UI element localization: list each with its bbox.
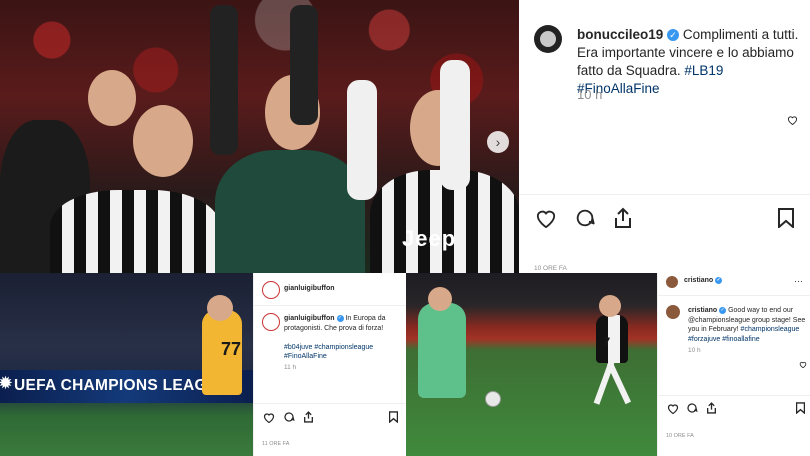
jersey-number: 7 [604,336,611,348]
comment-icon [576,209,595,227]
ronaldo-post-photo[interactable]: 7 [406,273,657,456]
carousel-next-button[interactable]: › [487,131,509,153]
jersey-number: 77 [221,339,242,359]
bookmark-icon [795,402,805,414]
post-time: 11 h [284,364,297,371]
caption-username[interactable]: gianluigibuffon [284,315,335,322]
football [485,391,501,407]
avatar[interactable] [666,276,678,288]
like-button[interactable] [262,410,276,424]
avatar-face [540,31,556,47]
raised-arm [290,5,318,125]
starball-icon: ✹ [0,373,14,393]
post-header-username[interactable]: gianluigibuffon [284,285,335,292]
share-icon [706,402,716,414]
comment-button[interactable] [573,206,597,230]
raised-arm [210,5,238,155]
post-caption: bonuccileo19 ✓ Complimenti a tutti. Era … [577,26,799,98]
comment-icon [284,412,295,422]
buffon-post-sidebar: gianluigibuffon gianluigibuffon ✓ In Eur… [253,273,407,456]
heart-icon [787,116,797,125]
avatar[interactable] [534,25,562,53]
ronaldo-shirt [596,315,628,363]
player-leg [606,361,632,405]
post-header-username[interactable]: cristiano ✓ [684,277,723,284]
player-bonucci-shirt [215,150,365,273]
player-head [88,70,136,126]
ronaldo-post-sidebar: cristiano ✓ ··· cristiano ✓ Good way to … [657,273,810,456]
raised-arm [440,60,470,190]
heart-icon [799,361,807,368]
comment-icon [687,403,698,413]
save-button[interactable] [775,206,797,230]
share-button[interactable] [301,410,315,424]
save-button[interactable] [387,410,399,424]
bookmark-icon [778,208,794,228]
buffon-post-photo[interactable]: ✹ UEFA CHAMPIONS LEAGUE 77 [0,273,253,456]
comment-button[interactable] [685,401,699,415]
post-time: 10 h [577,87,603,102]
verified-badge-icon: ✓ [336,315,344,322]
divider [254,403,407,404]
verified-badge-icon: ✓ [715,277,723,284]
player-head [133,105,193,177]
more-options-icon[interactable]: ··· [794,276,806,288]
player-head [207,295,233,321]
like-button[interactable] [666,401,680,415]
raised-arm [347,80,377,200]
post-time: 10 h [688,347,701,354]
footer-time: 10 ORE FA [666,433,694,439]
avatar[interactable] [666,305,680,319]
footer-time: 11 ORE FA [262,441,290,447]
bookmark-icon [388,411,398,423]
heart-icon [263,412,275,423]
share-button[interactable] [611,206,635,230]
caption-username[interactable]: cristiano [688,307,717,314]
verified-badge-icon: ✓ [719,307,727,314]
caption-hashtags[interactable]: #b04juve #championsleague #FinoAllaFine [284,344,373,361]
goalkeeper-player [418,303,466,398]
avatar[interactable] [262,281,280,299]
post-caption: cristiano ✓ Good way to end our @champio… [688,306,806,344]
banner-text: UEFA CHAMPIONS LEAGUE [14,377,229,394]
player-head [428,287,452,311]
player-dybala-shirt [50,190,220,273]
main-post-sidebar: bonuccileo19 ✓ Complimenti a tutti. Era … [519,0,810,273]
divider [254,305,407,306]
divider [658,295,810,296]
heart-icon [536,210,556,228]
heart-icon [667,403,679,414]
share-icon [615,207,631,228]
comment-button[interactable] [282,410,296,424]
post-caption: gianluigibuffon ✓ In Europa da protagoni… [284,314,399,362]
player-head [599,295,621,317]
avatar[interactable] [262,313,280,331]
share-icon [303,411,313,423]
verified-badge-icon: ✓ [667,29,680,41]
caption-username[interactable]: bonuccileo19 [577,27,663,42]
comment-like-button[interactable] [798,359,808,369]
like-button[interactable] [534,206,558,230]
comment-like-button[interactable] [785,113,799,127]
jersey-sponsor: Jeep [402,226,457,251]
divider [519,194,810,195]
share-button[interactable] [704,401,718,415]
footer-time: 10 ORE FA [534,265,567,272]
divider [658,395,810,396]
main-post-photo[interactable]: Jeep [0,0,519,273]
save-button[interactable] [794,401,806,415]
chevron-right-icon: › [495,134,501,150]
